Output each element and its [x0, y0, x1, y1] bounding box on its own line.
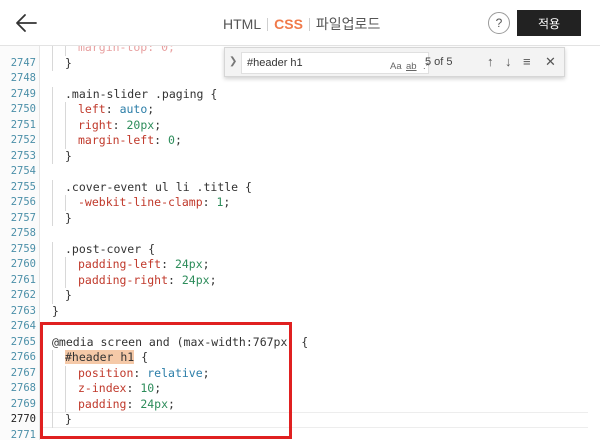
- line-number: 2758: [10, 227, 36, 239]
- line-number: 2771: [10, 428, 36, 440]
- code-line: 2752 margin-left: 0;: [0, 133, 600, 149]
- next-match-arrow-icon[interactable]: ↓: [505, 54, 512, 70]
- code-line: 2757}: [0, 210, 600, 226]
- code-text: }: [52, 303, 59, 318]
- code-line: 2762}: [0, 288, 600, 304]
- code-text: .post-cover {: [52, 241, 155, 257]
- code-line: 2761 padding-right: 24px;: [0, 272, 600, 288]
- code-text: .main-slider .paging {: [52, 86, 217, 102]
- code-line: 2760 padding-left: 24px;: [0, 257, 600, 273]
- code-text: .cover-event ul li .title {: [52, 179, 252, 195]
- line-number: 2754: [10, 165, 36, 177]
- previous-match-arrow-icon[interactable]: ↑: [487, 54, 494, 70]
- code-text: z-index: 10;: [52, 381, 161, 397]
- code-line: 2756 -webkit-line-clamp: 1;: [0, 195, 600, 211]
- line-number: 2755: [10, 180, 36, 193]
- code-text: }: [52, 55, 72, 71]
- code-line: 2763}: [0, 304, 600, 320]
- line-number: 2747: [10, 56, 36, 69]
- back-arrow-icon[interactable]: [12, 10, 40, 36]
- whole-word-icon[interactable]: ab: [406, 61, 417, 72]
- code-line: 2749 .main-slider .paging {: [0, 86, 600, 102]
- find-input[interactable]: #header h1 Aa ab .*: [241, 52, 429, 74]
- code-line: 2771: [0, 428, 600, 440]
- code-line: 2768 z-index: 10;: [0, 381, 600, 397]
- current-line-highlight: [41, 412, 588, 428]
- code-lines: margin-top: 0; 2747} 2748 2749 .main-slider …: [0, 46, 600, 440]
- code-text: }: [52, 288, 72, 304]
- line-number: 2748: [10, 72, 36, 84]
- code-text: margin-top: 0;: [52, 46, 175, 56]
- code-editor[interactable]: margin-top: 0; 2747} 2748 2749 .main-slider …: [0, 46, 600, 440]
- code-text: margin-left: 0;: [52, 133, 182, 149]
- top-bar: HTML CSS 파일업로드 ? 적용: [0, 0, 600, 46]
- line-number: 2750: [10, 103, 36, 115]
- find-in-selection-icon[interactable]: ≡: [523, 54, 531, 70]
- code-line: 2755 .cover-event ul li .title {: [0, 179, 600, 195]
- help-button[interactable]: ?: [488, 12, 510, 34]
- code-line: 2751 right: 20px;: [0, 117, 600, 133]
- code-line: 2765 @media screen and (max-width:767px) …: [0, 335, 600, 351]
- match-case-icon[interactable]: Aa: [390, 61, 402, 72]
- line-number: 2770: [10, 413, 36, 425]
- code-text: left: auto;: [52, 102, 154, 118]
- code-line: 2766 #header h1 {: [0, 350, 600, 366]
- line-number: 2768: [10, 382, 36, 394]
- code-text: -webkit-line-clamp: 1;: [52, 195, 230, 211]
- line-number: 2759: [10, 242, 36, 255]
- code-line: 2758: [0, 226, 600, 242]
- code-line: 2767 position: relative;: [0, 365, 600, 381]
- line-number: 2757: [10, 211, 36, 224]
- code-line: 2759 .post-cover {: [0, 241, 600, 257]
- find-widget: ❯ #header h1 Aa ab .* 5 of 5 ↑ ↓ ≡ ✕: [224, 47, 565, 77]
- code-line: 2754: [0, 164, 600, 180]
- tab-divider: [308, 17, 310, 31]
- line-number: 2767: [10, 366, 36, 379]
- tab-file-upload[interactable]: 파일업로드: [316, 14, 380, 34]
- tab-html[interactable]: HTML: [223, 16, 261, 32]
- code-text: padding-right: 24px;: [52, 272, 217, 288]
- line-number: 2756: [10, 196, 36, 208]
- code-text: #header h1 {: [52, 350, 148, 366]
- line-number: 2749: [10, 87, 36, 100]
- line-number: 2760: [10, 258, 36, 270]
- line-number: 2764: [10, 320, 36, 332]
- code-text: }: [52, 412, 72, 428]
- code-line: 2753}: [0, 148, 600, 164]
- code-text: position: relative;: [52, 365, 210, 381]
- match-count: 5 of 5: [425, 56, 453, 68]
- tab-css[interactable]: CSS: [274, 16, 303, 32]
- line-number: 2765: [10, 335, 36, 348]
- line-number: 2766: [10, 351, 36, 363]
- line-number: 2763: [10, 304, 36, 317]
- line-number: 2753: [10, 149, 36, 162]
- code-line: 2750 left: auto;: [0, 102, 600, 118]
- line-number: 2762: [10, 289, 36, 301]
- line-number: 2761: [10, 273, 36, 286]
- editor-tabs: HTML CSS 파일업로드: [223, 14, 380, 34]
- close-icon[interactable]: ✕: [545, 54, 556, 70]
- code-text: }: [52, 210, 72, 226]
- code-text: right: 20px;: [52, 117, 161, 133]
- code-text: padding: 24px;: [52, 396, 175, 412]
- find-input-value: #header h1: [247, 57, 303, 69]
- apply-button[interactable]: 적용: [517, 10, 581, 36]
- code-line: 2764: [0, 319, 600, 335]
- line-number: 2769: [10, 397, 36, 410]
- code-line: 2769 padding: 24px;: [0, 396, 600, 412]
- toggle-replace-chevron-icon[interactable]: ❯: [229, 56, 237, 67]
- line-number: 2752: [10, 134, 36, 146]
- tab-divider: [267, 17, 269, 31]
- code-text: @media screen and (max-width:767px) {: [52, 334, 309, 349]
- code-text: }: [52, 148, 72, 164]
- code-line: 2770}: [0, 412, 600, 428]
- line-number: 2751: [10, 118, 36, 131]
- code-text: padding-left: 24px;: [52, 257, 210, 273]
